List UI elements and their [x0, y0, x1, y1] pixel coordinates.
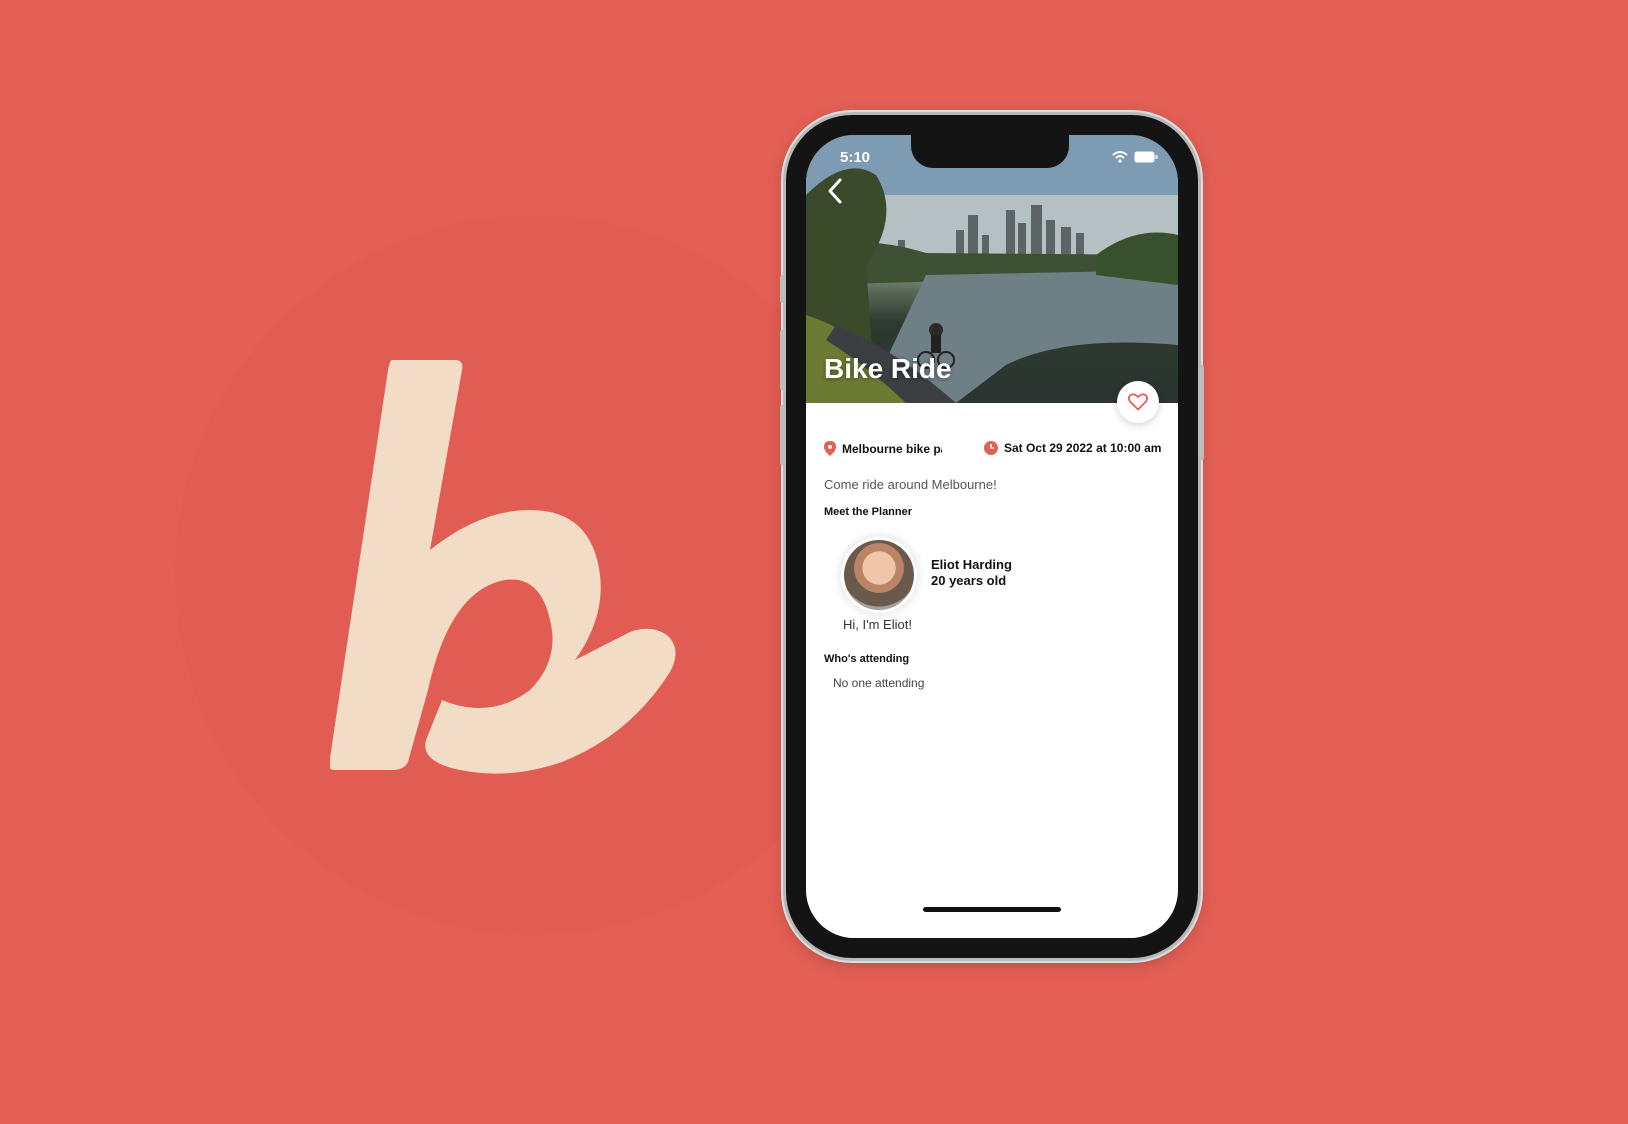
phone-frame: 5:10 Bike Ride Melbourne bike p Sat Oct … [780, 115, 1204, 958]
clock-icon [984, 441, 998, 455]
planner-bio: Hi, I'm Eliot! [843, 617, 912, 632]
home-indicator[interactable] [923, 907, 1061, 912]
event-date: Sat Oct 29 2022 [1004, 441, 1093, 455]
status-icons [1112, 151, 1158, 163]
battery-icon [1134, 151, 1158, 163]
planner-avatar[interactable] [844, 540, 914, 610]
wifi-icon [1112, 151, 1128, 163]
volume-down-button [780, 405, 785, 465]
app-logo [330, 360, 676, 774]
location-pin-icon [824, 441, 836, 456]
status-time: 5:10 [840, 149, 871, 166]
event-location: Melbourne bike path [824, 441, 942, 456]
planner-age: 20 years old [931, 573, 1007, 588]
planner-name: Eliot Harding [931, 557, 1012, 572]
power-button [1199, 365, 1204, 460]
heart-icon [1128, 393, 1148, 411]
event-title: Bike Ride [824, 353, 952, 384]
event-time: 10:00 am [1110, 441, 1162, 455]
notch [911, 135, 1069, 168]
volume-up-button [780, 330, 785, 390]
chevron-left-icon[interactable] [824, 177, 848, 205]
mute-switch [780, 275, 785, 303]
event-datetime: Sat Oct 29 2022 at 10:00 am [984, 441, 1161, 455]
planner-section-title: Meet the Planner [824, 506, 913, 518]
attending-empty-text: No one attending [833, 676, 925, 690]
event-hero-image: 5:10 Bike Ride [806, 135, 1178, 403]
attending-section-title: Who's attending [824, 653, 910, 665]
event-at-label: at [1096, 441, 1107, 455]
location-text: Melbourne bike path [842, 441, 942, 456]
app-screen: 5:10 Bike Ride Melbourne bike p Sat Oct … [806, 135, 1178, 938]
favorite-button[interactable] [1117, 381, 1159, 423]
event-description: Come ride around Melbourne! [824, 477, 997, 492]
